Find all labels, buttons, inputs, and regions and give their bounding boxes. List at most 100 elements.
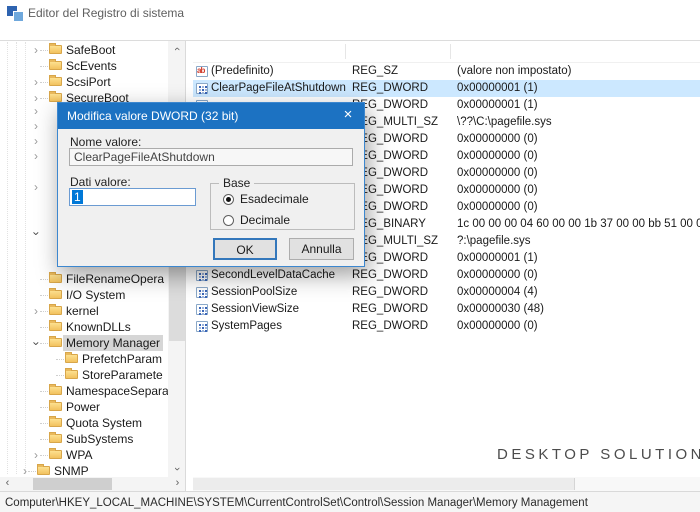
tree-node[interactable]: SubSystems	[0, 431, 168, 447]
window-title: Editor del Registro di sistema	[28, 0, 184, 26]
tree-expand-chevron-icon[interactable]	[31, 271, 41, 287]
tree-expand-chevron-icon[interactable]	[31, 42, 41, 58]
value-data: 0x00000000 (0)	[457, 182, 538, 199]
dialog-body: Nome valore: ClearPageFileAtShutdown Dat…	[58, 129, 364, 266]
registry-value-row[interactable]: SessionPoolSize REG_DWORD 0x00000004 (4)	[193, 284, 700, 301]
tree-node[interactable]: KnownDLLs	[0, 319, 168, 335]
tree-node[interactable]: NamespaceSepara	[0, 383, 168, 399]
desktop-solution-watermark: DESKTOP SOLUTION	[497, 446, 700, 463]
base-groupbox: Base Esadecimale Decimale	[210, 183, 355, 230]
value-data: 1c 00 00 00 04 60 00 00 1b 37 00 00 bb 5…	[457, 216, 700, 233]
tree-expand-chevron-icon[interactable]	[31, 447, 41, 463]
folder-icon	[49, 434, 62, 443]
value-data-label: Dati valore:	[70, 175, 131, 189]
dialog-titlebar[interactable]: Modifica valore DWORD (32 bit)	[58, 103, 364, 129]
value-data: 0x00000000 (0)	[457, 267, 538, 284]
folder-icon	[49, 93, 62, 102]
tree-expand-chevron-icon[interactable]	[31, 287, 41, 303]
tree-node[interactable]: PrefetchParam	[0, 351, 168, 367]
tree-expand-chevron-icon[interactable]	[31, 399, 41, 415]
scroll-down-icon[interactable]: ›	[168, 461, 186, 477]
registry-value-row[interactable]: SessionViewSize REG_DWORD 0x00000030 (48…	[193, 301, 700, 318]
radio-decimale[interactable]	[223, 215, 234, 226]
tree-node[interactable]: ScEvents	[0, 58, 168, 74]
list-horizontal-scrollbar[interactable]	[193, 477, 700, 491]
tree-node-label: Power	[63, 399, 103, 415]
tree-expand-chevron-icon[interactable]	[31, 119, 41, 135]
folder-icon	[65, 354, 78, 363]
scroll-right-icon[interactable]: ›	[170, 477, 185, 491]
tree-expand-chevron-icon[interactable]	[31, 319, 41, 335]
value-name: SecondLevelDataCache	[211, 267, 335, 284]
regedit-window: Editor del Registro di sistema SafeBoot …	[0, 0, 700, 512]
tree-items-top: SafeBoot ScEvents ScsiPort SecureBoot	[0, 42, 168, 106]
tree-horizontal-scrollbar[interactable]: ‹ ›	[0, 477, 186, 491]
tree-node-label: SubSystems	[63, 431, 136, 447]
tree-node-label: KnownDLLs	[63, 319, 134, 335]
registry-value-row[interactable]: SecondLevelDataCache REG_DWORD 0x0000000…	[193, 267, 700, 284]
scroll-up-icon[interactable]: ‹	[168, 41, 186, 57]
tree-expand-chevron-icon[interactable]	[47, 351, 57, 367]
base-group-label: Base	[219, 176, 254, 190]
tree-expand-chevron-icon[interactable]	[31, 58, 41, 74]
tree-expand-chevron-icon[interactable]	[31, 383, 41, 399]
menubar	[0, 26, 700, 41]
column-separator[interactable]	[450, 44, 451, 59]
tree-expand-chevron-icon[interactable]	[31, 74, 41, 90]
tree-node-label: Quota System	[63, 415, 145, 431]
registry-value-row[interactable]: SystemPages REG_DWORD 0x00000000 (0)	[193, 318, 700, 335]
tree-expand-chevron-icon[interactable]	[31, 335, 41, 351]
tree-expand-chevron-icon[interactable]	[31, 226, 41, 242]
folder-icon	[49, 45, 62, 54]
radio-esadecimale[interactable]	[223, 194, 234, 205]
registry-value-row[interactable]: ClearPageFileAtShutdown REG_DWORD 0x0000…	[193, 80, 700, 97]
registry-value-row[interactable]: (Predefinito) REG_SZ (valore non imposta…	[193, 63, 700, 80]
tree-expand-chevron-icon[interactable]	[31, 180, 41, 196]
tree-node[interactable]: WPA	[0, 447, 168, 463]
tree-expand-chevron-icon[interactable]	[31, 149, 41, 165]
cancel-button[interactable]: Annulla	[289, 238, 354, 260]
tree-node[interactable]: SafeBoot	[0, 42, 168, 58]
tree-node[interactable]: Memory Manager	[0, 335, 168, 351]
value-data: 0x00000030 (48)	[457, 301, 544, 318]
value-data: 0x00000000 (0)	[457, 165, 538, 182]
tree-node[interactable]: StoreParamete	[0, 367, 168, 383]
tree-expand-chevron-icon[interactable]	[31, 431, 41, 447]
radio-esadecimale-label: Esadecimale	[240, 192, 309, 206]
value-type: REG_DWORD	[352, 80, 428, 97]
value-type: REG_DWORD	[352, 301, 428, 318]
scroll-left-icon[interactable]: ‹	[0, 477, 15, 491]
tree-node-label: kernel	[63, 303, 102, 319]
tree-node[interactable]: I/O System	[0, 287, 168, 303]
horizontal-scroll-thumb[interactable]	[33, 478, 112, 490]
folder-icon	[49, 450, 62, 459]
close-icon[interactable]: ×	[332, 103, 364, 129]
tree-expand-chevron-icon[interactable]	[31, 104, 41, 120]
value-data-input[interactable]: 1	[69, 188, 196, 206]
titlebar: Editor del Registro di sistema	[0, 0, 700, 26]
selected-text: 1	[72, 190, 83, 204]
value-name: SessionViewSize	[211, 301, 299, 318]
tree-node[interactable]: Quota System	[0, 415, 168, 431]
horizontal-scroll-thumb[interactable]	[193, 478, 575, 490]
tree-node-label: NamespaceSepara	[63, 383, 172, 399]
edit-dword-dialog: Modifica valore DWORD (32 bit) × Nome va…	[57, 102, 365, 267]
value-type-icon	[196, 304, 208, 315]
ok-button[interactable]: OK	[213, 238, 277, 260]
tree-expand-chevron-icon[interactable]	[31, 415, 41, 431]
value-data: 0x00000004 (4)	[457, 284, 538, 301]
tree-node[interactable]: kernel	[0, 303, 168, 319]
tree-node-label: ScEvents	[63, 58, 120, 74]
column-separator[interactable]	[345, 44, 346, 59]
tree-expand-chevron-icon[interactable]	[31, 303, 41, 319]
tree-node[interactable]: Power	[0, 399, 168, 415]
tree-expand-chevron-icon[interactable]	[31, 134, 41, 150]
tree-expand-chevron-icon[interactable]	[47, 367, 57, 383]
tree-node[interactable]: ScsiPort	[0, 74, 168, 90]
tree-node[interactable]: FileRenameOpera	[0, 271, 168, 287]
tree-node-label: I/O System	[63, 287, 128, 303]
folder-icon	[49, 338, 62, 347]
folder-icon	[49, 386, 62, 395]
value-data: 0x00000001 (1)	[457, 97, 538, 114]
value-name: SystemPages	[211, 318, 282, 335]
